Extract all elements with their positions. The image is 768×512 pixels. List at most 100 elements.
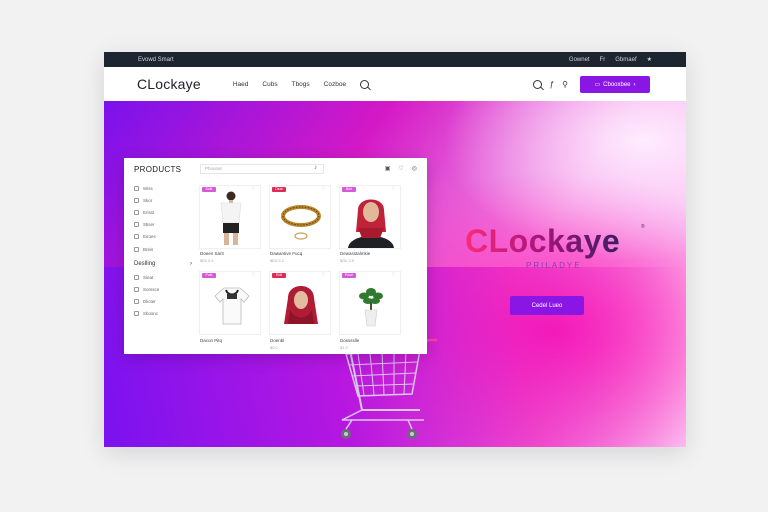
sidebar-item[interactable]: Eiroes <box>134 231 192 243</box>
chevron-right-icon: › <box>190 261 192 268</box>
sidebar-item[interactable]: Stiser <box>134 219 192 231</box>
top-bar-link-2[interactable]: Fr <box>600 57 606 63</box>
tshirt-woman-image <box>220 191 242 245</box>
heart-icon[interactable]: ♡ <box>252 186 256 192</box>
category-icon <box>134 234 139 240</box>
hero-title: CLockaye <box>465 223 621 259</box>
product-card[interactable]: Roll ♡ <box>269 271 331 335</box>
product-badge: Pole <box>202 273 216 278</box>
sidebar-item-label: Somsce <box>143 286 160 292</box>
category-icon <box>134 197 139 203</box>
product-name[interactable]: Doeen Sarit <box>200 251 224 256</box>
category-icon <box>134 299 139 305</box>
product-price: $EA 5.2 <box>270 258 285 263</box>
user-icon[interactable]: ⚲ <box>562 80 568 89</box>
panel-icon-group: ▣ ♡ ◎ <box>385 165 417 172</box>
products-panel: PRODUCTS Phoonar ♪ ▣ ♡ ◎ Wiss Skor Eriss… <box>124 158 427 354</box>
bracelet-image <box>281 205 321 240</box>
top-bar-link-3[interactable]: Gbmaef <box>615 57 636 63</box>
category-icon <box>134 286 139 292</box>
tshirt-image <box>214 287 250 325</box>
sidebar-item[interactable]: Wiss <box>134 182 192 194</box>
nav-links: Haed Cubs Tbogs Cozboe <box>233 79 370 89</box>
hijab-woman-image <box>348 199 394 248</box>
search-icon[interactable] <box>360 79 370 89</box>
sidebar-item-label: Erisst <box>143 209 155 215</box>
nav-link-4[interactable]: Cozboe <box>324 81 346 88</box>
heart-icon[interactable]: ♡ <box>398 165 403 172</box>
sidebar-item-label: Sbosnc <box>143 311 159 317</box>
header-cta-label: Cbooxbee <box>603 81 631 88</box>
product-price: $Ek 0.4 <box>200 258 214 263</box>
sidebar-item[interactable]: Sbosnc <box>134 308 192 320</box>
bell-icon[interactable]: ♪ <box>314 165 317 171</box>
trademark-mark: ® <box>641 224 645 230</box>
heart-icon[interactable]: ♡ <box>322 186 326 192</box>
top-bar-left: Evowd Smart <box>138 56 174 63</box>
chevron-icon: › <box>633 81 636 88</box>
product-badge: Dear <box>272 187 286 192</box>
product-badge: Roll <box>272 273 286 278</box>
sidebar-item[interactable]: Breis <box>134 243 192 255</box>
sidebar-item-label: Dlicter <box>143 299 156 305</box>
category-icon <box>134 222 139 228</box>
sidebar-heading-label: Deslling <box>134 261 156 268</box>
top-bar: Evowd Smart Gownet Fr Gbmaef ★ <box>104 52 686 67</box>
main-navbar: CLockaye Haed Cubs Tbogs Cozboe ƒ ⚲ ▭ Cb… <box>104 67 686 101</box>
sidebar-item[interactable]: Sieat <box>134 271 192 283</box>
star-icon[interactable]: ★ <box>647 56 652 63</box>
nav-link-2[interactable]: Cubs <box>262 81 277 88</box>
product-card[interactable]: Dear ♡ <box>269 185 331 249</box>
category-icon <box>134 311 139 317</box>
sidebar-section-heading[interactable]: Deslling › <box>134 257 192 271</box>
sidebar-item-label: Stiser <box>143 222 155 228</box>
category-icon <box>134 185 139 191</box>
product-card[interactable]: Pole ♡ <box>199 271 261 335</box>
product-name[interactable]: Dosssslle <box>340 338 359 343</box>
top-bar-link-1[interactable]: Gownet <box>569 57 590 63</box>
nav-link-1[interactable]: Haed <box>233 81 249 88</box>
product-badge: Pnue <box>342 273 356 278</box>
products-sidebar: Wiss Skor Erisst Stiser Eiroes Breis Des… <box>134 182 192 320</box>
sidebar-item[interactable]: Somsce <box>134 283 192 295</box>
sidebar-item-label: Eiroes <box>143 234 156 240</box>
product-price: $1.0 <box>340 345 348 350</box>
sidebar-item-label: Breis <box>143 246 154 252</box>
product-card[interactable]: Pnue ♡ <box>339 271 401 335</box>
info-icon[interactable]: ƒ <box>550 80 554 89</box>
sidebar-item[interactable]: Dlicter <box>134 296 192 308</box>
product-name[interactable]: Doenbl <box>270 338 284 343</box>
category-icon <box>134 274 139 280</box>
heart-icon[interactable]: ♡ <box>252 272 256 278</box>
product-card[interactable]: Nue ♡ <box>339 185 401 249</box>
nav-link-3[interactable]: Tbogs <box>292 81 310 88</box>
sidebar-item-label: Wiss <box>143 185 153 191</box>
sidebar-item-label: Sieat <box>143 274 154 280</box>
settings-icon[interactable]: ◎ <box>412 165 417 172</box>
heart-icon[interactable]: ♡ <box>322 272 326 278</box>
chat-icon: ▭ <box>594 82 601 88</box>
sidebar-item-label: Skor <box>143 197 153 203</box>
nav-right-group: ƒ ⚲ ▭ Cbooxbee › <box>532 76 650 93</box>
sidebar-item[interactable]: Skor <box>134 194 192 206</box>
products-panel-header: PRODUCTS Phoonar ♪ ▣ ♡ ◎ <box>124 158 427 180</box>
product-badge: Sole <box>202 187 216 192</box>
hero-subtitle: PRILADYE <box>526 261 582 270</box>
red-hijab-image <box>284 286 318 324</box>
hero-cta-button[interactable]: Cedel Lueo <box>510 296 584 315</box>
sidebar-item[interactable]: Erisst <box>134 206 192 218</box>
product-price: $0.0 <box>270 345 278 350</box>
product-name[interactable]: Dawantive Fucq <box>270 251 302 256</box>
heart-icon[interactable]: ♡ <box>392 272 396 278</box>
category-icon <box>134 246 139 252</box>
product-price: $Gk 3.9 <box>340 258 355 263</box>
header-cta-button[interactable]: ▭ Cbooxbee › <box>580 76 650 93</box>
product-name[interactable]: Dewasstalmkie <box>340 251 370 256</box>
product-name[interactable]: Dacon Pitq <box>200 338 222 343</box>
search-icon[interactable] <box>532 80 542 89</box>
products-search-input[interactable]: Phoonar <box>200 164 324 174</box>
brand-logo[interactable]: CLockaye <box>137 76 201 92</box>
product-card[interactable]: Sole ♡ <box>199 185 261 249</box>
cart-icon[interactable]: ▣ <box>385 165 391 172</box>
products-title: PRODUCTS <box>134 164 182 174</box>
